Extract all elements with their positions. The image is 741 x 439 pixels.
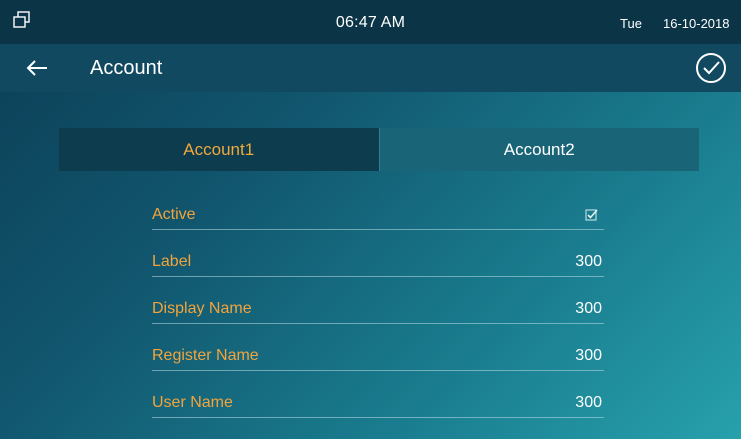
register-name-value[interactable]: 300 <box>575 347 602 365</box>
checkbox-checked-icon[interactable] <box>585 208 598 221</box>
status-bar: 06:47 AM Tue 16-10-2018 <box>0 0 741 44</box>
register-name-row[interactable]: Register Name 300 <box>152 340 604 371</box>
display-name-row[interactable]: Display Name 300 <box>152 293 604 324</box>
page-title: Account <box>90 57 163 79</box>
account-tabs: Account1 Account2 <box>59 128 699 171</box>
user-name-label: User Name <box>152 394 233 411</box>
active-label: Active <box>152 206 196 223</box>
active-row[interactable]: Active <box>152 199 604 230</box>
user-name-row[interactable]: User Name 300 <box>152 387 604 418</box>
status-date: 16-10-2018 <box>663 16 730 31</box>
label-row[interactable]: Label 300 <box>152 246 604 277</box>
register-name-label: Register Name <box>152 347 259 364</box>
header-bar: Account <box>0 44 741 92</box>
tab-account1[interactable]: Account1 <box>59 128 380 171</box>
display-name-value[interactable]: 300 <box>575 300 602 318</box>
arrow-left-icon[interactable] <box>24 56 50 80</box>
tab-account2[interactable]: Account2 <box>379 128 699 171</box>
display-name-label: Display Name <box>152 300 252 317</box>
label-field-value[interactable]: 300 <box>575 253 602 271</box>
label-field-label: Label <box>152 253 192 270</box>
status-day: Tue <box>620 16 642 31</box>
check-circle-icon[interactable] <box>694 51 728 85</box>
user-name-value[interactable]: 300 <box>575 394 602 412</box>
